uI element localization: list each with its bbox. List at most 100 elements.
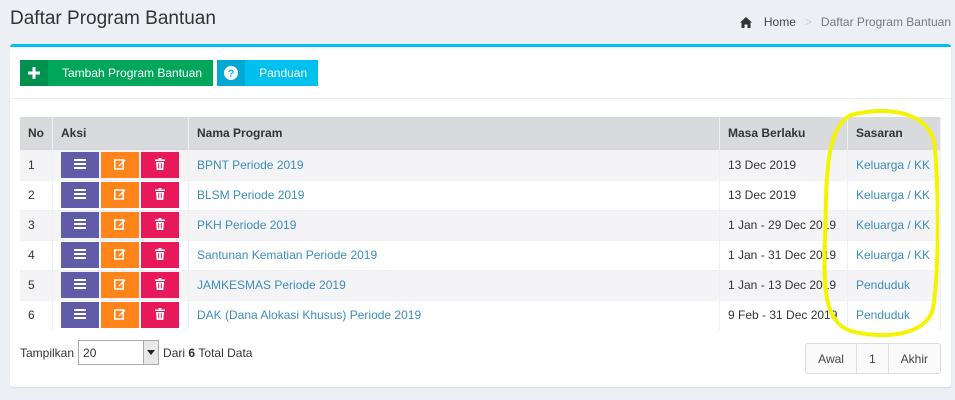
toolbar: Tambah Program Bantuan ? Panduan xyxy=(20,60,319,86)
page-size-select[interactable]: 20 xyxy=(78,340,160,365)
edit-icon xyxy=(114,218,126,233)
program-name-link[interactable]: Santunan Kematian Periode 2019 xyxy=(197,248,377,262)
list-button[interactable] xyxy=(61,302,99,329)
delete-button[interactable] xyxy=(141,182,179,208)
table-row: 4 Santunan Kematian Periode 2019 1 Jan - 3… xyxy=(20,239,941,270)
highlight-annotation xyxy=(822,109,939,337)
program-list-box: Tambah Program Bantuan ? Panduan No Aksi… xyxy=(10,44,951,387)
total-prefix: Dari xyxy=(163,345,186,360)
edit-icon xyxy=(114,158,126,173)
edit-icon xyxy=(114,308,126,323)
edit-button[interactable] xyxy=(101,272,139,298)
show-label: Tampilkan xyxy=(20,345,75,360)
cell-no: 2 xyxy=(20,179,53,210)
program-name-link[interactable]: JAMKESMAS Periode 2019 xyxy=(197,278,346,292)
cell-actions xyxy=(52,269,189,300)
list-icon xyxy=(74,158,86,172)
add-program-button[interactable]: Tambah Program Bantuan xyxy=(20,60,214,86)
page-title: Daftar Program Bantuan xyxy=(10,8,216,29)
cell-nama-program: Santunan Kematian Periode 2019 xyxy=(188,239,720,270)
delete-button[interactable] xyxy=(141,272,179,298)
header-no[interactable]: No xyxy=(20,117,53,150)
delete-button[interactable] xyxy=(141,302,179,329)
trash-icon xyxy=(155,187,165,203)
total-suffix: Total Data xyxy=(198,345,253,360)
list-button[interactable] xyxy=(61,152,99,178)
cell-no: 3 xyxy=(20,209,53,240)
edit-button[interactable] xyxy=(101,302,139,329)
guide-label: Panduan xyxy=(259,66,308,80)
list-button[interactable] xyxy=(61,272,99,298)
breadcrumb: Home > Daftar Program Bantuan xyxy=(739,15,951,29)
home-icon xyxy=(739,16,752,28)
pagination-last[interactable]: Akhir xyxy=(887,343,941,374)
page-size-value: 20 xyxy=(83,345,97,360)
trash-icon xyxy=(155,157,165,173)
trash-icon xyxy=(155,217,165,233)
list-button[interactable] xyxy=(61,182,99,208)
cell-actions xyxy=(52,149,189,180)
table-row: 1 BPNT Periode 2019 13 Dec 2019 Keluarga / … xyxy=(20,149,941,180)
program-name-link[interactable]: PKH Periode 2019 xyxy=(197,218,296,232)
edit-icon xyxy=(114,278,126,293)
pagination-first[interactable]: Awal xyxy=(805,343,857,374)
delete-button[interactable] xyxy=(141,242,179,268)
cell-no: 5 xyxy=(20,269,53,300)
cell-no: 1 xyxy=(20,149,53,180)
cell-actions xyxy=(52,299,189,330)
pagination: Awal 1 Akhir xyxy=(805,343,941,374)
program-name-link[interactable]: BLSM Periode 2019 xyxy=(197,188,304,202)
breadcrumb-separator: > xyxy=(804,15,812,29)
cell-nama-program: BLSM Periode 2019 xyxy=(188,179,720,210)
table-row: 6 DAK (Dana Alokasi Khusus) Periode 2019 9… xyxy=(20,299,941,330)
edit-button[interactable] xyxy=(101,242,139,268)
toolbar-divider xyxy=(10,98,951,99)
table-header-row: No Aksi Nama Program Masa Berlaku Sasara… xyxy=(20,117,941,150)
cell-nama-program: PKH Periode 2019 xyxy=(188,209,720,240)
table-row: 3 PKH Periode 2019 1 Jan - 29 Dec 2019 Kelu… xyxy=(20,209,941,240)
chevron-down-icon[interactable] xyxy=(143,341,159,364)
breadcrumb-home-link[interactable]: Home xyxy=(764,15,796,29)
trash-icon xyxy=(155,307,165,323)
program-name-link[interactable]: DAK (Dana Alokasi Khusus) Periode 2019 xyxy=(197,308,421,322)
cell-actions xyxy=(52,209,189,240)
edit-button[interactable] xyxy=(101,212,139,238)
question-icon: ? xyxy=(217,60,246,86)
svg-text:?: ? xyxy=(228,68,235,80)
breadcrumb-current: Daftar Program Bantuan xyxy=(820,15,951,29)
cell-actions xyxy=(52,179,189,210)
table-row: 5 JAMKESMAS Periode 2019 1 Jan - 13 Dec 20… xyxy=(20,269,941,300)
list-button[interactable] xyxy=(61,212,99,238)
edit-icon xyxy=(114,248,126,263)
trash-icon xyxy=(155,247,165,263)
delete-button[interactable] xyxy=(141,152,179,178)
add-program-label: Tambah Program Bantuan xyxy=(62,66,203,80)
header-nama-program[interactable]: Nama Program xyxy=(188,117,720,150)
list-icon xyxy=(74,308,86,322)
list-icon xyxy=(74,218,86,232)
page-size-control: Tampilkan 20 Dari 6 Total Data xyxy=(20,340,252,365)
cell-nama-program: DAK (Dana Alokasi Khusus) Periode 2019 xyxy=(188,299,720,330)
pagination-page-1[interactable]: 1 xyxy=(855,343,889,374)
total-count: 6 xyxy=(188,345,196,360)
cell-actions xyxy=(52,239,189,270)
edit-button[interactable] xyxy=(101,182,139,208)
header-aksi: Aksi xyxy=(52,117,189,150)
delete-button[interactable] xyxy=(141,212,179,238)
guide-button[interactable]: ? Panduan xyxy=(217,60,319,86)
list-button[interactable] xyxy=(61,242,99,268)
list-icon xyxy=(74,188,86,202)
cell-no: 4 xyxy=(20,239,53,270)
cell-nama-program: BPNT Periode 2019 xyxy=(188,149,720,180)
plus-icon xyxy=(20,60,48,86)
trash-icon xyxy=(155,277,165,293)
table-row: 2 BLSM Periode 2019 13 Dec 2019 Keluarga / … xyxy=(20,179,941,210)
cell-no: 6 xyxy=(20,299,53,330)
program-name-link[interactable]: BPNT Periode 2019 xyxy=(197,158,304,172)
list-icon xyxy=(74,248,86,262)
edit-button[interactable] xyxy=(101,152,139,178)
list-icon xyxy=(74,278,86,292)
edit-icon xyxy=(114,188,126,203)
program-table: No Aksi Nama Program Masa Berlaku Sasara… xyxy=(20,117,941,330)
cell-nama-program: JAMKESMAS Periode 2019 xyxy=(188,269,720,300)
